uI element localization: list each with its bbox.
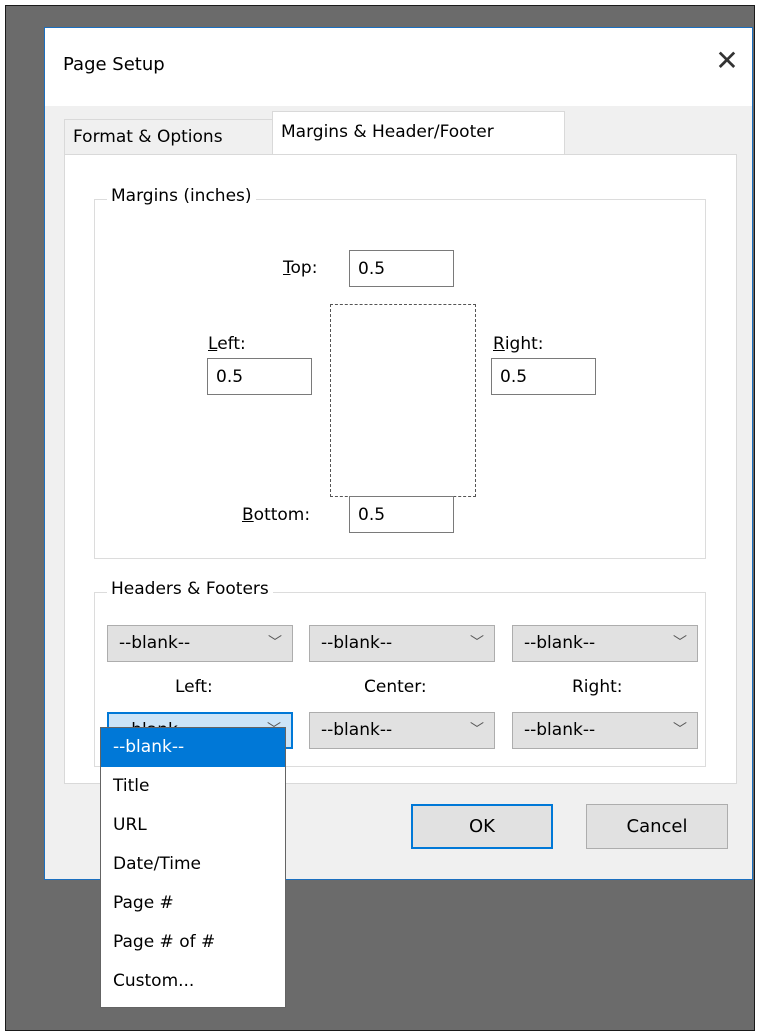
cancel-button[interactable]: Cancel [586,804,728,849]
close-icon[interactable]: ✕ [709,42,745,78]
left-label: Left: [208,334,246,354]
dropdown-option[interactable]: Title [101,767,285,806]
bottom-label: Bottom: [242,505,311,525]
margins-group: Margins (inches) Top: Left: Right: Botto… [94,186,706,559]
chevron-down-icon: ﹀ [470,635,484,651]
right-margin-input[interactable] [491,358,596,395]
page-preview [330,304,476,497]
dropdown-option[interactable]: Page # [101,884,285,923]
dropdown-option[interactable]: URL [101,806,285,845]
header-right-select[interactable]: --blank-- ﹀ [512,625,698,662]
header-left-select[interactable]: --blank-- ﹀ [107,625,293,662]
top-label: Top: [283,258,318,278]
chevron-down-icon: ﹀ [470,722,484,738]
tab-panel: Margins (inches) Top: Left: Right: Botto… [64,154,737,784]
chevron-down-icon: ﹀ [268,635,282,651]
column-label-right: Right: [572,677,623,697]
dropdown-option[interactable]: Page # of # [101,923,285,962]
right-label: Right: [493,334,544,354]
dialog-title: Page Setup [63,54,165,75]
column-label-left: Left: [175,677,213,697]
dropdown-option[interactable]: Date/Time [101,845,285,884]
left-margin-input[interactable] [207,358,312,395]
dropdown-option[interactable]: Custom... [101,962,285,1001]
footer-left-dropdown-list: --blank-- Title URL Date/Time Page # Pag… [100,727,286,1008]
bottom-margin-input[interactable] [349,496,454,533]
tab-format-options[interactable]: Format & Options [64,119,291,154]
title-bar: Page Setup ✕ [45,28,752,106]
tab-margins-header-footer[interactable]: Margins & Header/Footer [272,111,565,156]
header-center-select[interactable]: --blank-- ﹀ [309,625,495,662]
ok-button[interactable]: OK [411,804,553,849]
dropdown-option[interactable]: --blank-- [101,728,285,767]
chevron-down-icon: ﹀ [673,635,687,651]
column-label-center: Center: [364,677,427,697]
margins-legend: Margins (inches) [107,186,256,206]
footer-center-select[interactable]: --blank-- ﹀ [309,712,495,749]
headers-footers-legend: Headers & Footers [107,579,273,599]
top-margin-input[interactable] [349,250,454,287]
chevron-down-icon: ﹀ [673,722,687,738]
footer-right-select[interactable]: --blank-- ﹀ [512,712,698,749]
